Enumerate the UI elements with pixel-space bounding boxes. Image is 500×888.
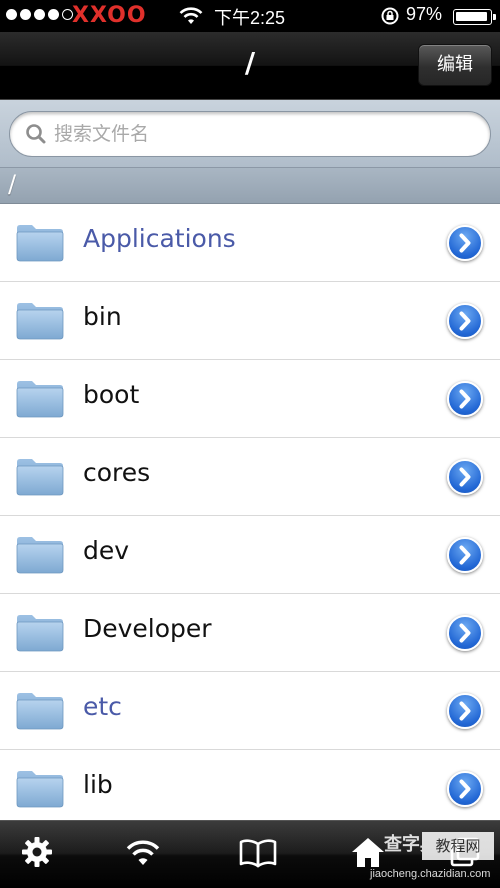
search-bar bbox=[0, 100, 500, 168]
search-field[interactable] bbox=[9, 111, 491, 157]
folder-icon bbox=[15, 458, 65, 500]
wifi-status-icon bbox=[178, 6, 204, 30]
search-icon bbox=[24, 122, 48, 150]
settings-tab[interactable] bbox=[20, 835, 54, 873]
detail-disclosure-button[interactable] bbox=[447, 537, 483, 573]
status-time: 下午2:25 bbox=[214, 8, 286, 28]
file-name: boot bbox=[83, 380, 140, 409]
folder-icon bbox=[15, 536, 65, 578]
detail-disclosure-button[interactable] bbox=[447, 225, 483, 261]
battery-icon bbox=[453, 9, 496, 25]
detail-disclosure-button[interactable] bbox=[447, 615, 483, 651]
file-row[interactable]: Developer bbox=[0, 594, 500, 672]
watermark-url: jiaocheng.chazidian.com bbox=[370, 868, 491, 880]
file-name: dev bbox=[83, 536, 130, 565]
search-input[interactable] bbox=[54, 118, 474, 150]
battery-percent: 97% bbox=[406, 4, 443, 24]
file-name: lib bbox=[83, 770, 113, 799]
navigation-bar: / 编辑 bbox=[0, 32, 500, 100]
folder-icon bbox=[15, 380, 65, 422]
detail-disclosure-button[interactable] bbox=[447, 459, 483, 495]
file-row[interactable]: lib bbox=[0, 750, 500, 820]
file-name: Applications bbox=[83, 224, 236, 253]
gear-icon bbox=[20, 837, 54, 873]
folder-icon bbox=[15, 614, 65, 656]
file-name: cores bbox=[83, 458, 151, 487]
file-row[interactable]: Applications bbox=[0, 204, 500, 282]
carrier-name: XXOO bbox=[72, 3, 147, 28]
folder-icon bbox=[15, 692, 65, 734]
current-path: / bbox=[8, 170, 17, 198]
folder-icon bbox=[15, 770, 65, 812]
file-list: Applications bin boot cores dev Developer etc l… bbox=[0, 204, 500, 820]
watermark: 查字典 教程网 jiaocheng.chazidian.com bbox=[370, 822, 500, 888]
file-row[interactable]: boot bbox=[0, 360, 500, 438]
breadcrumb: / bbox=[0, 168, 500, 204]
status-bar: XXOO 下午2:25 97% bbox=[0, 0, 500, 32]
detail-disclosure-button[interactable] bbox=[447, 771, 483, 807]
wifi-transfer-tab[interactable] bbox=[124, 835, 162, 873]
rotation-lock-icon bbox=[380, 6, 400, 30]
file-row[interactable]: bin bbox=[0, 282, 500, 360]
file-row[interactable]: cores bbox=[0, 438, 500, 516]
signal-strength-icon bbox=[6, 9, 73, 20]
folder-icon bbox=[15, 224, 65, 266]
file-name: bin bbox=[83, 302, 122, 331]
wifi-icon bbox=[124, 840, 162, 873]
file-name: etc bbox=[83, 692, 122, 721]
book-icon bbox=[238, 839, 278, 873]
detail-disclosure-button[interactable] bbox=[447, 381, 483, 417]
file-name: Developer bbox=[83, 614, 212, 643]
bookmarks-tab[interactable] bbox=[238, 835, 278, 873]
detail-disclosure-button[interactable] bbox=[447, 693, 483, 729]
edit-button[interactable]: 编辑 bbox=[418, 44, 492, 86]
folder-icon bbox=[15, 302, 65, 344]
detail-disclosure-button[interactable] bbox=[447, 303, 483, 339]
file-row[interactable]: etc bbox=[0, 672, 500, 750]
file-row[interactable]: dev bbox=[0, 516, 500, 594]
watermark-box: 教程网 bbox=[422, 832, 494, 860]
battery-fill bbox=[456, 12, 487, 21]
